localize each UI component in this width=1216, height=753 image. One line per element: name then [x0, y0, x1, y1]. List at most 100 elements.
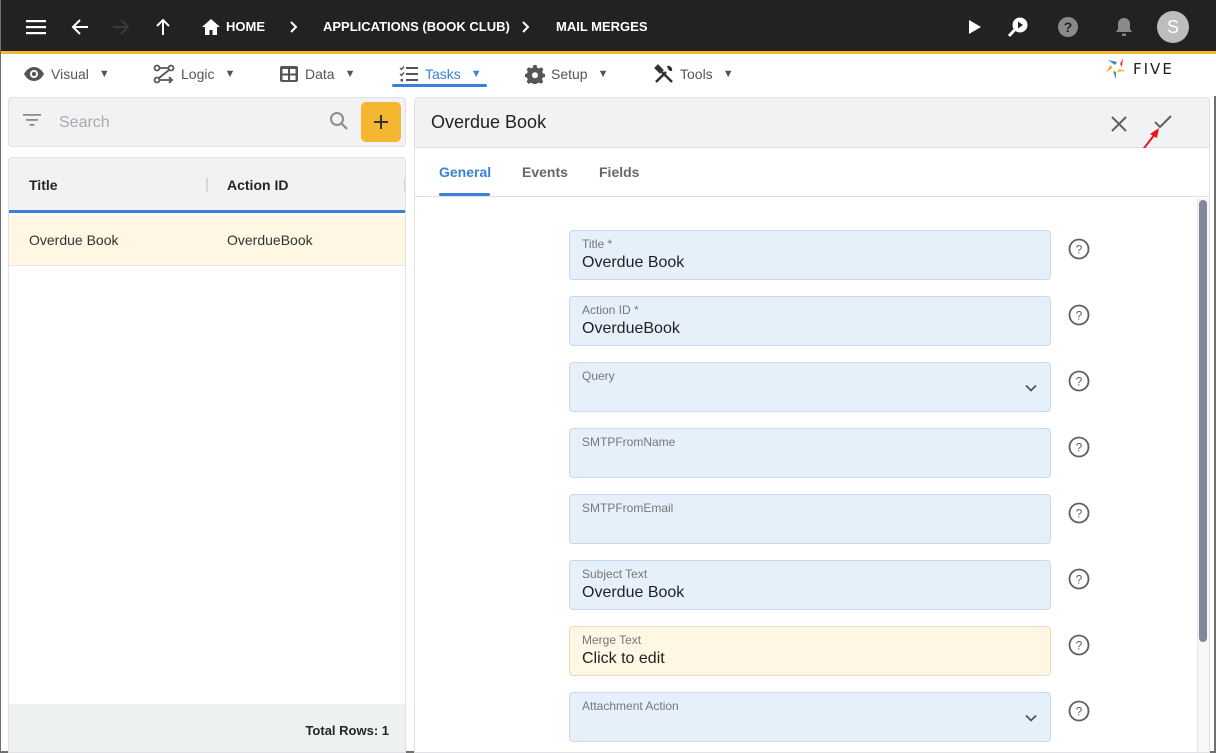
scrollbar-thumb[interactable]	[1199, 200, 1207, 642]
svg-text:?: ?	[1076, 309, 1083, 323]
avatar[interactable]: S	[1157, 11, 1189, 43]
bell-icon[interactable]	[1112, 15, 1136, 39]
main-menu: Visual ▼ Logic ▼ Data ▼ Tasks ▼ Setup ▼ …	[1, 54, 1216, 96]
field-value: OverdueBook	[582, 320, 680, 337]
form-tabs: General Events Fields	[415, 148, 1209, 197]
field-label: Title *	[582, 237, 613, 251]
logo-text: FIVE	[1133, 60, 1174, 78]
field-label: SMTPFromEmail	[582, 501, 674, 515]
plus-icon	[374, 115, 388, 129]
eye-icon	[24, 67, 44, 81]
menu-logic[interactable]: Logic ▼	[153, 60, 235, 88]
caret-down-icon: ▼	[344, 68, 356, 80]
five-logo: FIVE	[1105, 57, 1195, 81]
search-input[interactable]	[59, 110, 319, 136]
grid-footer: Total Rows: 1	[9, 704, 405, 752]
smtp-from-name-field[interactable]: SMTPFromName	[569, 428, 1051, 478]
chevron-down-icon[interactable]	[1024, 381, 1038, 395]
caret-down-icon: ▼	[597, 68, 609, 80]
menu-visual-label: Visual	[51, 66, 89, 82]
search-bar	[8, 97, 406, 147]
breadcrumb-mail-merges[interactable]: MAIL MERGES	[556, 19, 648, 34]
menu-data[interactable]: Data ▼	[279, 60, 355, 88]
active-tab-indicator	[439, 193, 490, 196]
svg-text:?: ?	[1076, 573, 1083, 587]
caret-down-icon: ▼	[722, 68, 734, 80]
search-icon[interactable]	[329, 111, 349, 131]
total-rows: Total Rows: 1	[305, 723, 389, 738]
action-id-field[interactable]: Action ID * OverdueBook	[569, 296, 1051, 346]
column-divider[interactable]	[206, 178, 208, 192]
filter-icon[interactable]	[22, 112, 42, 128]
tab-events[interactable]: Events	[522, 164, 568, 180]
field-label: Query	[582, 369, 615, 383]
menu-setup[interactable]: Setup ▼	[525, 60, 608, 88]
up-arrow-icon[interactable]	[151, 15, 175, 39]
grid-header: Title Action ID	[9, 158, 405, 213]
merge-text-editor[interactable]: Merge Text Click to edit	[569, 626, 1051, 676]
help-icon[interactable]: ?	[1068, 568, 1090, 590]
menu-visual[interactable]: Visual ▼	[23, 60, 110, 88]
table-row[interactable]: Overdue Book OverdueBook	[9, 216, 405, 266]
check-icon[interactable]	[1151, 110, 1175, 134]
attachment-action-select[interactable]: Attachment Action	[569, 692, 1051, 742]
field-label: SMTPFromName	[582, 435, 676, 449]
close-icon[interactable]	[1107, 112, 1131, 136]
help-icon[interactable]: ?	[1068, 502, 1090, 524]
subject-text-field[interactable]: Subject Text Overdue Book	[569, 560, 1051, 610]
field-value: Click to edit	[582, 650, 665, 667]
query-select[interactable]: Query	[569, 362, 1051, 412]
back-arrow-icon[interactable]	[68, 15, 92, 39]
checklist-icon	[399, 66, 418, 82]
menu-data-label: Data	[305, 66, 335, 82]
search-play-icon[interactable]	[1006, 15, 1030, 39]
form-title: Overdue Book	[431, 112, 547, 132]
help-icon[interactable]: ?	[1068, 436, 1090, 458]
record-form: Overdue Book General Events Fields Title…	[414, 97, 1210, 753]
menu-icon[interactable]	[24, 15, 48, 39]
top-bar: HOME APPLICATIONS (BOOK CLUB) MAIL MERGE…	[1, 0, 1216, 54]
help-icon[interactable]: ?	[1056, 15, 1080, 39]
forward-arrow-icon[interactable]	[109, 15, 133, 39]
gear-icon	[525, 65, 545, 84]
help-icon[interactable]: ?	[1068, 370, 1090, 392]
chevron-down-icon[interactable]	[1024, 711, 1038, 725]
column-divider[interactable]	[404, 178, 405, 192]
table-icon	[280, 66, 298, 82]
svg-text:?: ?	[1076, 441, 1083, 455]
menu-tools-label: Tools	[680, 66, 713, 82]
chevron-right-icon	[522, 21, 530, 33]
column-header-title[interactable]: Title	[29, 177, 58, 193]
records-grid: Title Action ID Overdue Book OverdueBook…	[8, 157, 406, 753]
tab-general[interactable]: General	[439, 164, 491, 180]
field-label: Attachment Action	[582, 699, 679, 713]
svg-text:?: ?	[1076, 639, 1083, 653]
menu-tools[interactable]: Tools ▼	[654, 60, 734, 88]
breadcrumb-applications[interactable]: APPLICATIONS (BOOK CLUB)	[323, 19, 510, 34]
active-menu-indicator	[392, 84, 487, 87]
form-header: Overdue Book	[415, 98, 1209, 148]
help-icon[interactable]: ?	[1068, 304, 1090, 326]
menu-setup-label: Setup	[551, 66, 588, 82]
menu-logic-label: Logic	[181, 66, 215, 82]
tools-icon	[654, 64, 673, 83]
help-icon[interactable]: ?	[1068, 634, 1090, 656]
column-header-action-id[interactable]: Action ID	[227, 177, 288, 193]
help-icon[interactable]: ?	[1068, 700, 1090, 722]
add-button[interactable]	[361, 102, 401, 142]
title-field[interactable]: Title * Overdue Book	[569, 230, 1051, 280]
menu-tasks-label: Tasks	[425, 66, 461, 82]
svg-text:?: ?	[1076, 705, 1083, 719]
help-icon[interactable]: ?	[1068, 238, 1090, 260]
field-value: Overdue Book	[582, 584, 685, 601]
field-label: Action ID *	[582, 303, 639, 317]
tab-fields[interactable]: Fields	[599, 164, 639, 180]
smtp-from-email-field[interactable]: SMTPFromEmail	[569, 494, 1051, 544]
svg-text:?: ?	[1076, 243, 1083, 257]
home-icon[interactable]	[199, 15, 223, 39]
svg-text:?: ?	[1076, 507, 1083, 521]
flow-icon	[153, 64, 175, 84]
breadcrumb-home[interactable]: HOME	[226, 19, 265, 34]
caret-down-icon: ▼	[98, 68, 110, 80]
play-icon[interactable]	[963, 15, 987, 39]
